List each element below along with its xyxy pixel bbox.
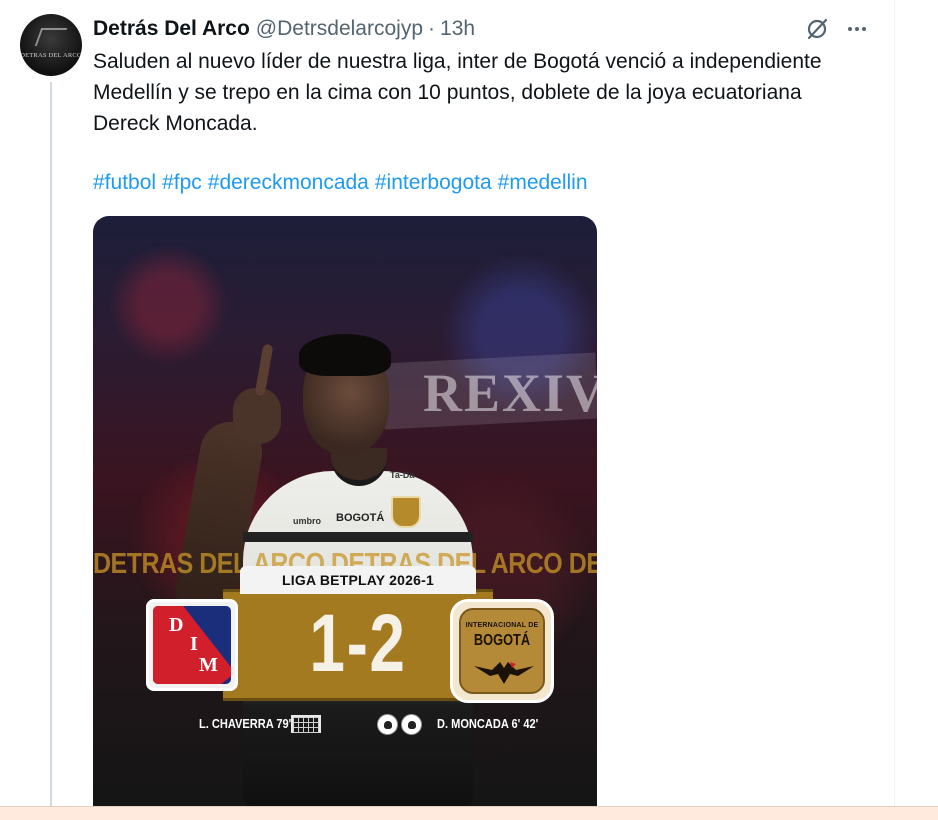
- avatar[interactable]: DETRAS DEL ARCO: [20, 14, 82, 76]
- bottom-banner-strip: [0, 806, 938, 820]
- crest-gold-field: INTERNACIONAL DE BOGOTÁ: [459, 608, 545, 694]
- thread-line: [50, 82, 52, 806]
- hashtags: #futbol #fpc #dereckmoncada #interbogota #me…: [93, 167, 594, 198]
- tweet-media-image[interactable]: REXIV Ta-Da umbro BOGOTÁ DETRAS DEL ARCO…: [93, 216, 597, 806]
- jersey-sponsor: Ta-Da: [390, 470, 415, 480]
- grok-icon[interactable]: [803, 15, 831, 43]
- hashtag-link[interactable]: #interbogota: [375, 171, 492, 194]
- tweet-header: Detrás Del Arco @Detrsdelarcojyp · 13h: [93, 15, 475, 43]
- more-icon[interactable]: [843, 15, 871, 43]
- inter-bogota-crest: INTERNACIONAL DE BOGOTÁ: [450, 599, 554, 703]
- crest-letter: M: [199, 654, 218, 676]
- crest-blue-field: D I M: [153, 606, 231, 684]
- player-hand: [233, 388, 281, 444]
- match-score: 1-2: [309, 598, 407, 689]
- soccer-ball-icon: [401, 714, 422, 735]
- crest-letter: I: [190, 633, 198, 655]
- avatar-text: DETRAS DEL ARCO: [20, 52, 82, 59]
- display-name[interactable]: Detrás Del Arco: [93, 17, 250, 41]
- player-hair: [299, 334, 391, 376]
- hashtag-link[interactable]: #fpc: [162, 171, 202, 194]
- hashtag-link[interactable]: #dereckmoncada: [208, 171, 369, 194]
- hashtag-link[interactable]: #futbol: [93, 171, 156, 194]
- crest-name: BOGOTÁ: [473, 632, 531, 649]
- stadium-banner-text: REXIV: [423, 363, 597, 423]
- jersey-brand: BOGOTÁ: [336, 512, 385, 524]
- jersey-maker: umbro: [293, 516, 321, 526]
- player-jersey-trim: [243, 532, 473, 542]
- crest-top-text: INTERNACIONAL DE: [465, 622, 539, 629]
- jersey-badge: [391, 496, 421, 528]
- condor-icon: [474, 662, 534, 684]
- tweet-text: Saluden al nuevo líder de nuestra liga, …: [93, 50, 822, 135]
- league-label: LIGA BETPLAY 2026-1: [240, 566, 476, 594]
- separator-dot: ·: [428, 17, 436, 40]
- hashtag-link[interactable]: #medellin: [498, 171, 588, 194]
- away-scorers: D. MONCADA 6' 42': [437, 716, 539, 731]
- home-scorers: L. CHAVERRA 79': [199, 716, 292, 731]
- timestamp[interactable]: 13h: [440, 17, 475, 41]
- crest-letter: D: [169, 614, 184, 636]
- goal-net-icon: [291, 715, 321, 733]
- medellin-crest: D I M: [146, 599, 238, 691]
- avatar-logo-mark: [34, 28, 68, 46]
- user-handle[interactable]: @Detrsdelarcojyp: [256, 17, 423, 41]
- soccer-ball-icon: [377, 714, 398, 735]
- tweet[interactable]: DETRAS DEL ARCO Detrás Del Arco @Detrsde…: [0, 0, 895, 806]
